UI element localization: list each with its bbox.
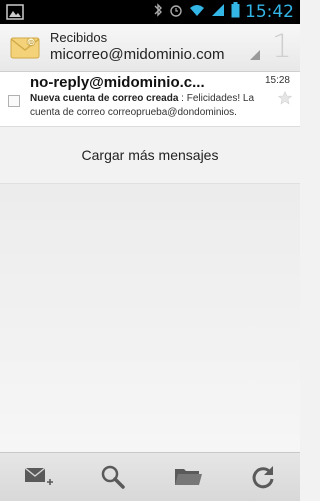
- status-clock: 15:42: [245, 2, 294, 22]
- bluetooth-icon: [153, 2, 163, 23]
- bottom-action-bar: [0, 452, 300, 501]
- wifi-icon: [189, 3, 205, 22]
- signal-icon: [211, 3, 225, 22]
- dropdown-triangle-icon[interactable]: [250, 50, 260, 60]
- empty-list-area: [0, 184, 300, 452]
- unread-count: 1: [271, 27, 292, 65]
- search-icon[interactable]: [93, 457, 133, 497]
- folder-name: Recibidos: [50, 30, 108, 45]
- status-bar: 15:42: [0, 0, 300, 24]
- email-app-icon[interactable]: @: [10, 34, 40, 60]
- message-time: 15:28: [264, 75, 290, 86]
- svg-text:@: @: [28, 40, 34, 47]
- battery-icon: [231, 1, 240, 23]
- status-icons: [153, 1, 240, 23]
- action-bar: @ Recibidos micorreo@midominio.com 1: [0, 24, 300, 72]
- message-subject: Nueva cuenta de correo creada: [30, 93, 179, 104]
- compose-icon[interactable]: [18, 457, 58, 497]
- account-selector[interactable]: micorreo@midominio.com: [50, 46, 224, 63]
- alarm-icon: [169, 3, 183, 22]
- star-icon[interactable]: [277, 91, 293, 105]
- message-list-item[interactable]: no-reply@midominio.c... 15:28 Nueva cuen…: [0, 72, 300, 127]
- message-checkbox[interactable]: [8, 95, 20, 107]
- message-snippet: Nueva cuenta de correo creada : Felicida…: [30, 92, 268, 120]
- message-sender: no-reply@midominio.c...: [30, 74, 205, 91]
- image-notification-icon: [6, 4, 24, 20]
- load-more-button[interactable]: Cargar más mensajes: [0, 127, 300, 184]
- refresh-icon[interactable]: [243, 457, 283, 497]
- folder-icon[interactable]: [168, 457, 208, 497]
